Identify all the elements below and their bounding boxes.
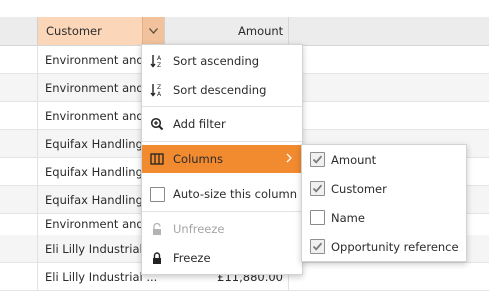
column-header-amount[interactable]: Amount	[163, 17, 289, 45]
svg-text:Z: Z	[157, 62, 161, 68]
cell-customer: Environment and	[45, 217, 144, 231]
column-divider	[37, 130, 38, 157]
chevron-right-icon	[286, 153, 292, 163]
column-divider	[37, 263, 38, 290]
menu-item-sort-ascending[interactable]: A Z Sort ascending	[142, 47, 302, 75]
column-divider	[37, 235, 38, 262]
column-divider	[37, 102, 38, 129]
submenu-item-label: Opportunity reference	[331, 240, 459, 254]
menu-item-label: Sort ascending	[173, 54, 260, 68]
grid-header: Customer Amount	[0, 17, 489, 46]
submenu-item-customer[interactable]: Customer	[302, 174, 466, 203]
checkmark-icon	[312, 155, 323, 164]
column-header-amount-label: Amount	[238, 24, 284, 38]
submenu-item-label: Amount	[331, 153, 377, 167]
checkbox-checked[interactable]	[310, 181, 325, 196]
svg-text:Z: Z	[157, 84, 161, 91]
zoom-plus-icon	[150, 117, 164, 131]
column-divider	[37, 74, 38, 101]
lock-icon	[153, 252, 161, 264]
unlock-icon	[153, 222, 161, 235]
svg-text:A: A	[157, 91, 162, 97]
menu-item-sort-descending[interactable]: Z A Sort descending	[142, 76, 302, 104]
checkbox-unchecked[interactable]	[310, 210, 325, 225]
svg-text:A: A	[157, 55, 162, 62]
menu-item-add-filter[interactable]: Add filter	[142, 110, 302, 138]
sort-descending-icon: Z A	[150, 84, 162, 97]
cell-customer: Environment and	[45, 81, 144, 95]
cell-customer: Equifax Handling	[45, 137, 143, 151]
column-divider	[37, 186, 38, 213]
cell-customer: Equifax Handling	[45, 165, 143, 179]
checkbox-checked[interactable]	[310, 152, 325, 167]
columns-submenu: Amount Customer Name Opportunity referen…	[301, 144, 467, 262]
cell-customer: Eli Lilly Industrial	[45, 242, 143, 256]
menu-item-label: Unfreeze	[173, 222, 225, 236]
menu-item-label: Freeze	[173, 251, 211, 265]
submenu-item-name[interactable]: Name	[302, 203, 466, 232]
checkmark-icon	[312, 184, 323, 193]
menu-item-label: Sort descending	[173, 83, 267, 97]
menu-item-auto-size[interactable]: Auto-size this column	[142, 180, 302, 208]
column-header-customer-label: Customer	[46, 24, 102, 38]
column-menu-button[interactable]	[142, 17, 164, 45]
columns-icon	[150, 153, 164, 165]
menu-separator	[142, 106, 302, 107]
menu-item-label: Auto-size this column	[173, 187, 297, 201]
checkbox-checked[interactable]	[310, 239, 325, 254]
menu-separator	[142, 141, 302, 142]
submenu-item-amount[interactable]: Amount	[302, 145, 466, 174]
column-divider	[37, 46, 38, 73]
menu-item-columns[interactable]: Columns	[142, 145, 302, 173]
cell-customer: Environment and	[45, 53, 144, 67]
cell-customer: Environment and	[45, 109, 144, 123]
checkmark-icon	[312, 242, 323, 251]
column-context-menu: A Z Sort ascending Z A Sort descending A…	[141, 44, 303, 275]
submenu-item-label: Name	[331, 211, 365, 225]
column-divider	[37, 158, 38, 185]
menu-item-label: Columns	[173, 152, 224, 166]
submenu-item-label: Customer	[331, 182, 387, 196]
chevron-down-icon	[149, 28, 158, 34]
sort-ascending-icon: A Z	[150, 55, 162, 68]
submenu-item-opportunity-reference[interactable]: Opportunity reference	[302, 232, 466, 261]
column-divider	[37, 210, 38, 237]
cell-customer: Equifax Handling	[45, 193, 143, 207]
menu-item-freeze[interactable]: Freeze	[142, 244, 302, 272]
menu-item-label: Add filter	[173, 117, 226, 131]
auto-size-checkbox[interactable]	[150, 187, 165, 202]
menu-separator	[142, 211, 302, 212]
menu-item-unfreeze: Unfreeze	[142, 215, 302, 243]
